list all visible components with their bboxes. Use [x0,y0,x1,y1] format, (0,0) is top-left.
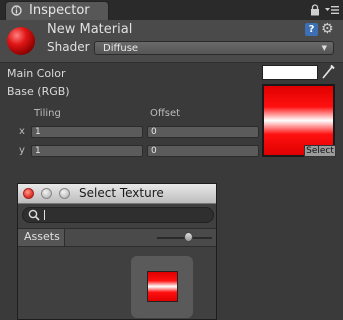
main-color-swatch[interactable] [262,65,318,80]
main-color-label: Main Color [7,67,66,80]
select-texture-window: Select Texture Assets [17,183,217,320]
search-input[interactable] [22,207,214,223]
chevron-down-icon: ▼ [321,44,327,52]
shader-dropdown[interactable]: Diffuse ▼ [94,41,334,55]
select-texture-button[interactable]: Select [304,145,336,157]
base-texture-label: Base (RGB) [7,85,70,98]
tab-bar: Inspector [0,0,343,20]
text-cursor [44,210,45,220]
zoom-slider-thumb[interactable] [184,232,193,242]
tab-label: Inspector [29,3,90,18]
offset-x-field[interactable]: 0 [147,126,259,138]
assets-toolbar: Assets [18,228,216,247]
material-preview-sphere [7,27,35,55]
window-titlebar[interactable]: Select Texture [18,184,216,204]
tiling-x-field[interactable]: 1 [31,126,143,138]
inspector-icon [11,5,22,16]
lock-icon[interactable] [310,4,320,16]
texture-thumbnail-tile[interactable] [131,256,193,318]
eyedropper-icon[interactable] [321,64,335,80]
tab-menu-icon[interactable] [325,5,339,15]
material-header: New Material ? ⚙ Shader Diffuse ▼ [0,20,343,63]
tiling-y-field[interactable]: 1 [31,145,143,157]
close-button[interactable] [23,188,34,199]
assets-tab-label: Assets [24,230,60,243]
shader-value: Diffuse [103,43,139,54]
tiling-label: Tiling [34,108,61,119]
material-name: New Material [47,22,133,37]
shader-label: Shader [47,40,90,54]
tab-assets[interactable]: Assets [18,229,65,246]
window-title: Select Texture [79,186,164,200]
gear-icon[interactable]: ⚙ [321,21,334,37]
offset-y-field[interactable]: 0 [147,145,259,157]
search-icon [28,209,40,221]
texture-thumbnail [147,271,178,302]
tab-inspector[interactable]: Inspector [5,1,109,20]
y-label: y [19,145,25,156]
help-icon[interactable]: ? [305,23,318,36]
maximize-button[interactable] [59,188,70,199]
minimize-button[interactable] [41,188,52,199]
offset-label: Offset [150,108,181,119]
x-label: x [19,126,25,137]
